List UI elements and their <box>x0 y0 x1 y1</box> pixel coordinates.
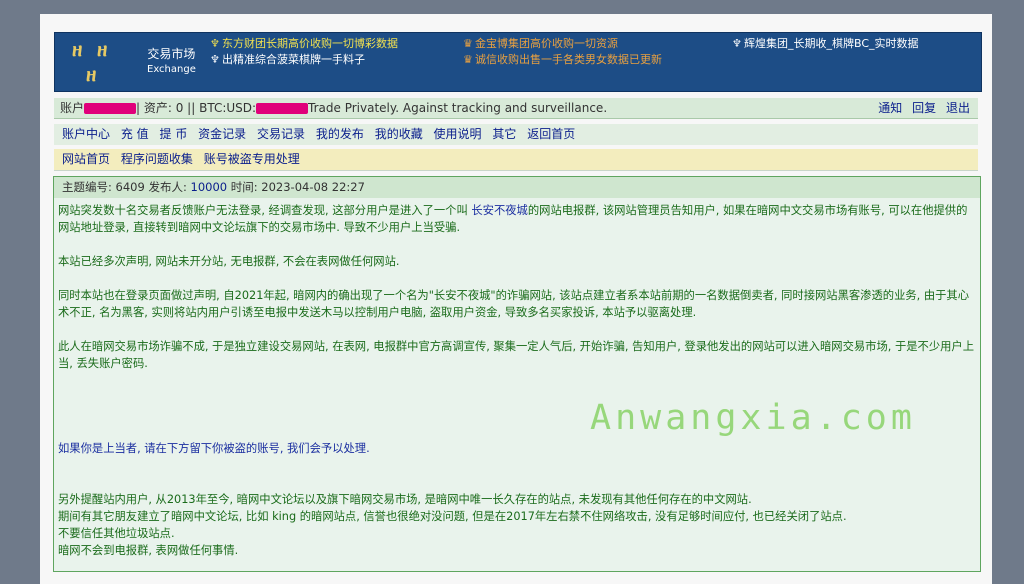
header-banner: ዘ ዘ ዘ 交易市场 Exchange ♆ 东方财团长期高价收购一切博彩数据 ♆ 出… <box>54 32 982 92</box>
logo-glyph-top: ዘ ዘ <box>72 39 112 61</box>
sub-nav: 网站首页 程序问题收集 账号被盗专用处理 <box>54 149 978 171</box>
publisher-link[interactable]: 10000 <box>191 180 228 194</box>
crown-icon: ♛ <box>463 53 473 66</box>
crown-icon: ♛ <box>463 37 473 50</box>
asset-info: | 资产: 0 || BTC:USD: <box>136 101 257 115</box>
trident-icon: ♆ <box>210 37 220 50</box>
nav-stolen-account[interactable]: 账号被盗专用处理 <box>204 152 300 166</box>
reply-link[interactable]: 回复 <box>912 101 936 115</box>
ad-column-2: ♛ 金宝博集团高价收购一切资源 ♛ 诚信收购出售一手各类男女数据已更新 <box>463 36 662 68</box>
post-header: 主题编号: 6409 发布人: 10000 时间: 2023-04-08 22:… <box>54 177 980 198</box>
paragraph-4: 此人在暗网交易市场诈骗不成, 于是独立建设交易网站, 在表网, 电报群中官方高调… <box>58 340 975 370</box>
nav-trade-records[interactable]: 交易记录 <box>257 127 305 141</box>
account-links: 通知 回复 退出 <box>872 98 970 118</box>
ad-link[interactable]: ♆ 东方财团长期高价收购一切博彩数据 <box>210 36 398 52</box>
nav-deposit[interactable]: 充 值 <box>121 127 149 141</box>
ad-link[interactable]: ♛ 金宝博集团高价收购一切资源 <box>463 36 662 52</box>
paragraph-6-line-3: 不要信任其他垃圾站点. <box>58 527 175 540</box>
paragraph-1: 网站突发数十名交易者反馈账户无法登录, 经调查发现, 这部分用户是进入了一个叫 … <box>58 204 968 234</box>
ad-link[interactable]: ♛ 诚信收购出售一手各类男女数据已更新 <box>463 52 662 68</box>
post-panel: 主题编号: 6409 发布人: 10000 时间: 2023-04-08 22:… <box>53 176 981 572</box>
nav-instructions[interactable]: 使用说明 <box>434 127 482 141</box>
site-logo[interactable]: ዘ ዘ ዘ <box>69 37 129 87</box>
publisher-label: 发布人: <box>144 180 191 194</box>
logout-link[interactable]: 退出 <box>946 101 970 115</box>
nav-fund-records[interactable]: 资金记录 <box>198 127 246 141</box>
exchange-title-cn: 交易市场 <box>147 47 196 61</box>
account-info: 账户 | 资产: 0 || BTC:USD: Trade Privately. Ag… <box>60 98 607 118</box>
nav-other[interactable]: 其它 <box>492 127 516 141</box>
page-container: ዘ ዘ ዘ 交易市场 Exchange ♆ 东方财团长期高价收购一切博彩数据 ♆ 出… <box>40 14 992 584</box>
post-time: 2023-04-08 22:27 <box>261 180 365 194</box>
nav-withdraw[interactable]: 提 币 <box>160 127 188 141</box>
notify-link[interactable]: 通知 <box>878 101 902 115</box>
time-label: 时间: <box>227 180 262 194</box>
ad-link[interactable]: ♆ 辉煌集团_长期收_棋牌BC_实时数据 <box>732 36 919 52</box>
ad-link[interactable]: ♆ 出精准综合菠菜棋牌一手料子 <box>210 52 398 68</box>
paragraph-6-line-4: 暗网不会到电报群, 表网做任何事情. <box>58 544 239 557</box>
logo-glyph-bottom: ዘ <box>86 64 97 86</box>
paragraph-2: 本站已经多次声明, 网站未开分站, 无电报群, 不会在表网做任何网站. <box>58 255 400 268</box>
nav-bug-collection[interactable]: 程序问题收集 <box>121 152 193 166</box>
paragraph-3: 同时本站也在登录页面做过声明, 自2021年起, 暗网内的确出现了一个名为"长安… <box>58 289 970 319</box>
exchange-title-en: Exchange <box>147 64 196 75</box>
nav-my-posts[interactable]: 我的发布 <box>316 127 364 141</box>
ad-column-3: ♆ 辉煌集团_长期收_棋牌BC_实时数据 <box>732 36 919 52</box>
topic-label: 主题编号: <box>62 180 116 194</box>
watermark: Anwangxia.com <box>590 398 916 438</box>
nav-back-home[interactable]: 返回首页 <box>527 127 575 141</box>
post-body: 网站突发数十名交易者反馈账户无法登录, 经调查发现, 这部分用户是进入了一个叫 … <box>58 202 976 559</box>
trident-icon: ♆ <box>210 53 220 66</box>
paragraph-5: 如果你是上当者, 请在下方留下你被盗的账号, 我们会予以处理. <box>58 442 370 455</box>
ad-column-1: ♆ 东方财团长期高价收购一切博彩数据 ♆ 出精准综合菠菜棋牌一手料子 <box>210 36 398 68</box>
nav-site-home[interactable]: 网站首页 <box>62 152 110 166</box>
topic-id: 6409 <box>115 180 145 194</box>
nav-account-center[interactable]: 账户中心 <box>62 127 110 141</box>
paragraph-6-line-2: 期间有其它朋友建立了暗网中文论坛, 比如 king 的暗网站点, 信誉也很绝对没… <box>58 510 847 523</box>
paragraph-6-line-1: 另外提醒站内用户, 从2013年至今, 暗网中文论坛以及旗下暗网交易市场, 是暗… <box>58 493 752 506</box>
account-label: 账户 <box>60 101 85 115</box>
main-nav: 账户中心 充 值 提 币 资金记录 交易记录 我的发布 我的收藏 使用说明 其它… <box>54 124 978 145</box>
redacted-username <box>84 103 137 114</box>
redacted-btc-rate <box>256 103 309 114</box>
exchange-title: 交易市场 Exchange <box>147 46 196 78</box>
nav-my-favorites[interactable]: 我的收藏 <box>375 127 423 141</box>
trident-icon: ♆ <box>732 37 742 50</box>
privacy-tagline: Trade Privately. Against tracking and su… <box>308 101 608 115</box>
account-bar: 账户 | 资产: 0 || BTC:USD: Trade Privately. Ag… <box>54 98 978 119</box>
changan-link[interactable]: 长安不夜城 <box>471 204 528 217</box>
